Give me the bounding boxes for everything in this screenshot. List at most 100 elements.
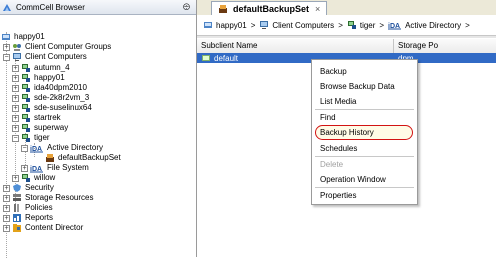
backupset-icon [46,154,54,162]
tree-node-reports[interactable]: + Reports [3,213,53,223]
expand-icon[interactable]: + [12,64,19,72]
tree-node-client[interactable]: + superway [12,123,68,133]
toolbar-divider [197,36,496,38]
breadcrumb-separator: > [250,20,256,30]
tab-default-backupset[interactable]: defaultBackupSet × [211,1,328,15]
menu-item-browse-backup-data[interactable]: Browse Backup Data [312,80,417,93]
tree-node-client[interactable]: + sde-2k8r2vm_3 [12,93,89,103]
ida-icon: iDA [30,146,43,153]
tree-node-active-directory[interactable]: − iDA Active Directory [21,143,103,153]
client-icon [22,64,30,72]
menu-item-schedules[interactable]: Schedules [312,142,417,155]
client-icon [22,114,30,122]
expand-icon[interactable]: + [12,124,19,132]
tree-node-client[interactable]: + autumn_4 [12,63,70,73]
menu-item-delete: Delete [320,160,344,169]
expand-icon[interactable]: + [3,224,10,232]
menu-item-operation-window[interactable]: Operation Window [312,173,417,186]
expand-icon[interactable]: + [3,214,10,222]
tree-node-label: startrek [34,113,61,122]
tree-node-client[interactable]: + sde-suselinux64 [12,103,92,113]
tree-node-client[interactable]: + willow [12,173,55,183]
expand-icon[interactable]: + [12,104,19,112]
tree-node-label: ida40dpm2010 [34,83,87,92]
tree-node-label: Storage Resources [25,193,94,202]
breadcrumb: happy01 > Client Computers > tiger > iDA… [197,15,496,36]
tree-node-client[interactable]: + ida40dpm2010 [12,83,87,93]
expand-icon[interactable]: + [12,84,19,92]
close-icon[interactable]: × [315,4,320,14]
tree-node-client-computers[interactable]: − Client Computers [3,52,87,62]
tree-node-label: superway [34,123,69,132]
column-header-storage-policy[interactable]: Storage Po [394,39,496,53]
tab-bar: defaultBackupSet × [197,0,496,15]
tree-node-security[interactable]: + Security [3,183,54,193]
expand-icon[interactable]: + [21,164,28,172]
collapse-icon[interactable]: − [12,134,19,142]
tree-node-label: Active Directory [47,143,104,152]
commcell-browser-titlebar: CommCell Browser ⨸ [0,0,196,15]
tree-node-label: autumn_4 [34,63,70,72]
expand-icon[interactable]: + [12,74,19,82]
client-icon [22,124,30,132]
breadcrumb-item[interactable]: Client Computers [259,20,334,30]
client-icon [22,174,30,182]
commcell-browser-pane: CommCell Browser ⨸ happy01 + Client Comp… [0,0,197,258]
expand-icon[interactable]: + [12,174,19,182]
tree-node-commcell-root[interactable]: happy01 [1,32,45,42]
subclient-name: default [214,53,239,63]
menu-item-backup-history[interactable]: Backup History [312,126,417,139]
tree-node-label: sde-2k8r2vm_3 [34,93,90,102]
menu-separator [315,156,414,157]
breadcrumb-label: Active Directory [405,20,462,30]
menu-separator [315,109,414,110]
expand-icon[interactable]: + [12,114,19,122]
tree-node-default-backupset[interactable]: defaultBackupSet [45,153,121,163]
expand-icon[interactable]: + [3,204,10,212]
column-header-subclient-name[interactable]: Subclient Name [197,39,394,53]
breadcrumb-label: happy01 [216,20,247,30]
client-icon [22,134,30,142]
tree-node-label: happy01 [14,32,45,41]
expand-icon[interactable]: + [3,194,10,202]
expand-icon[interactable]: + [12,94,19,102]
pin-icon[interactable]: ⨸ [183,2,190,13]
content-director-icon [13,224,21,232]
breadcrumb-item[interactable]: happy01 [203,20,247,30]
menu-separator [315,187,414,188]
collapse-icon[interactable]: − [21,144,28,152]
tree-node-policies[interactable]: + Policies [3,203,53,213]
table-header: Subclient Name Storage Po [197,39,496,54]
tree-node-file-system[interactable]: + iDA File System [21,163,89,173]
menu-item-backup[interactable]: Backup [312,65,417,78]
tree-node-client[interactable]: + startrek [12,113,61,123]
security-icon [13,184,21,192]
commcell-browser-title: CommCell Browser [16,2,85,12]
menu-item-properties[interactable]: Properties [312,189,417,202]
tree-node-label: Security [25,183,54,192]
tree-node-client-tiger[interactable]: − tiger [12,133,50,143]
subclient-icon [202,55,210,61]
tree-node-label: File System [47,163,89,172]
tree-node-label: Client Computer Groups [25,42,112,51]
expand-icon[interactable]: + [3,43,10,51]
tree-node-label: Client Computers [25,52,87,61]
tab-label: defaultBackupSet [233,3,310,14]
tree-node-storage-resources[interactable]: + Storage Resources [3,193,93,203]
breadcrumb-separator: > [465,20,470,30]
client-icon [22,104,30,112]
tree-node-label: Policies [25,203,53,212]
tree-node-label: willow [34,173,56,182]
collapse-icon[interactable]: − [3,53,10,61]
context-menu: Backup Browse Backup Data List Media Fin… [311,59,418,205]
tree-node-client[interactable]: + happy01 [12,73,65,83]
menu-item-find[interactable]: Find [312,111,417,124]
backupset-icon [219,4,227,13]
client-icon [347,21,356,29]
breadcrumb-item[interactable]: iDA Active Directory [388,20,461,30]
breadcrumb-item[interactable]: tiger [347,20,375,30]
menu-item-list-media[interactable]: List Media [312,95,417,108]
tree-node-content-director[interactable]: + Content Director [3,223,83,233]
tree-node-client-computer-groups[interactable]: + Client Computer Groups [3,42,111,52]
expand-icon[interactable]: + [3,184,10,192]
